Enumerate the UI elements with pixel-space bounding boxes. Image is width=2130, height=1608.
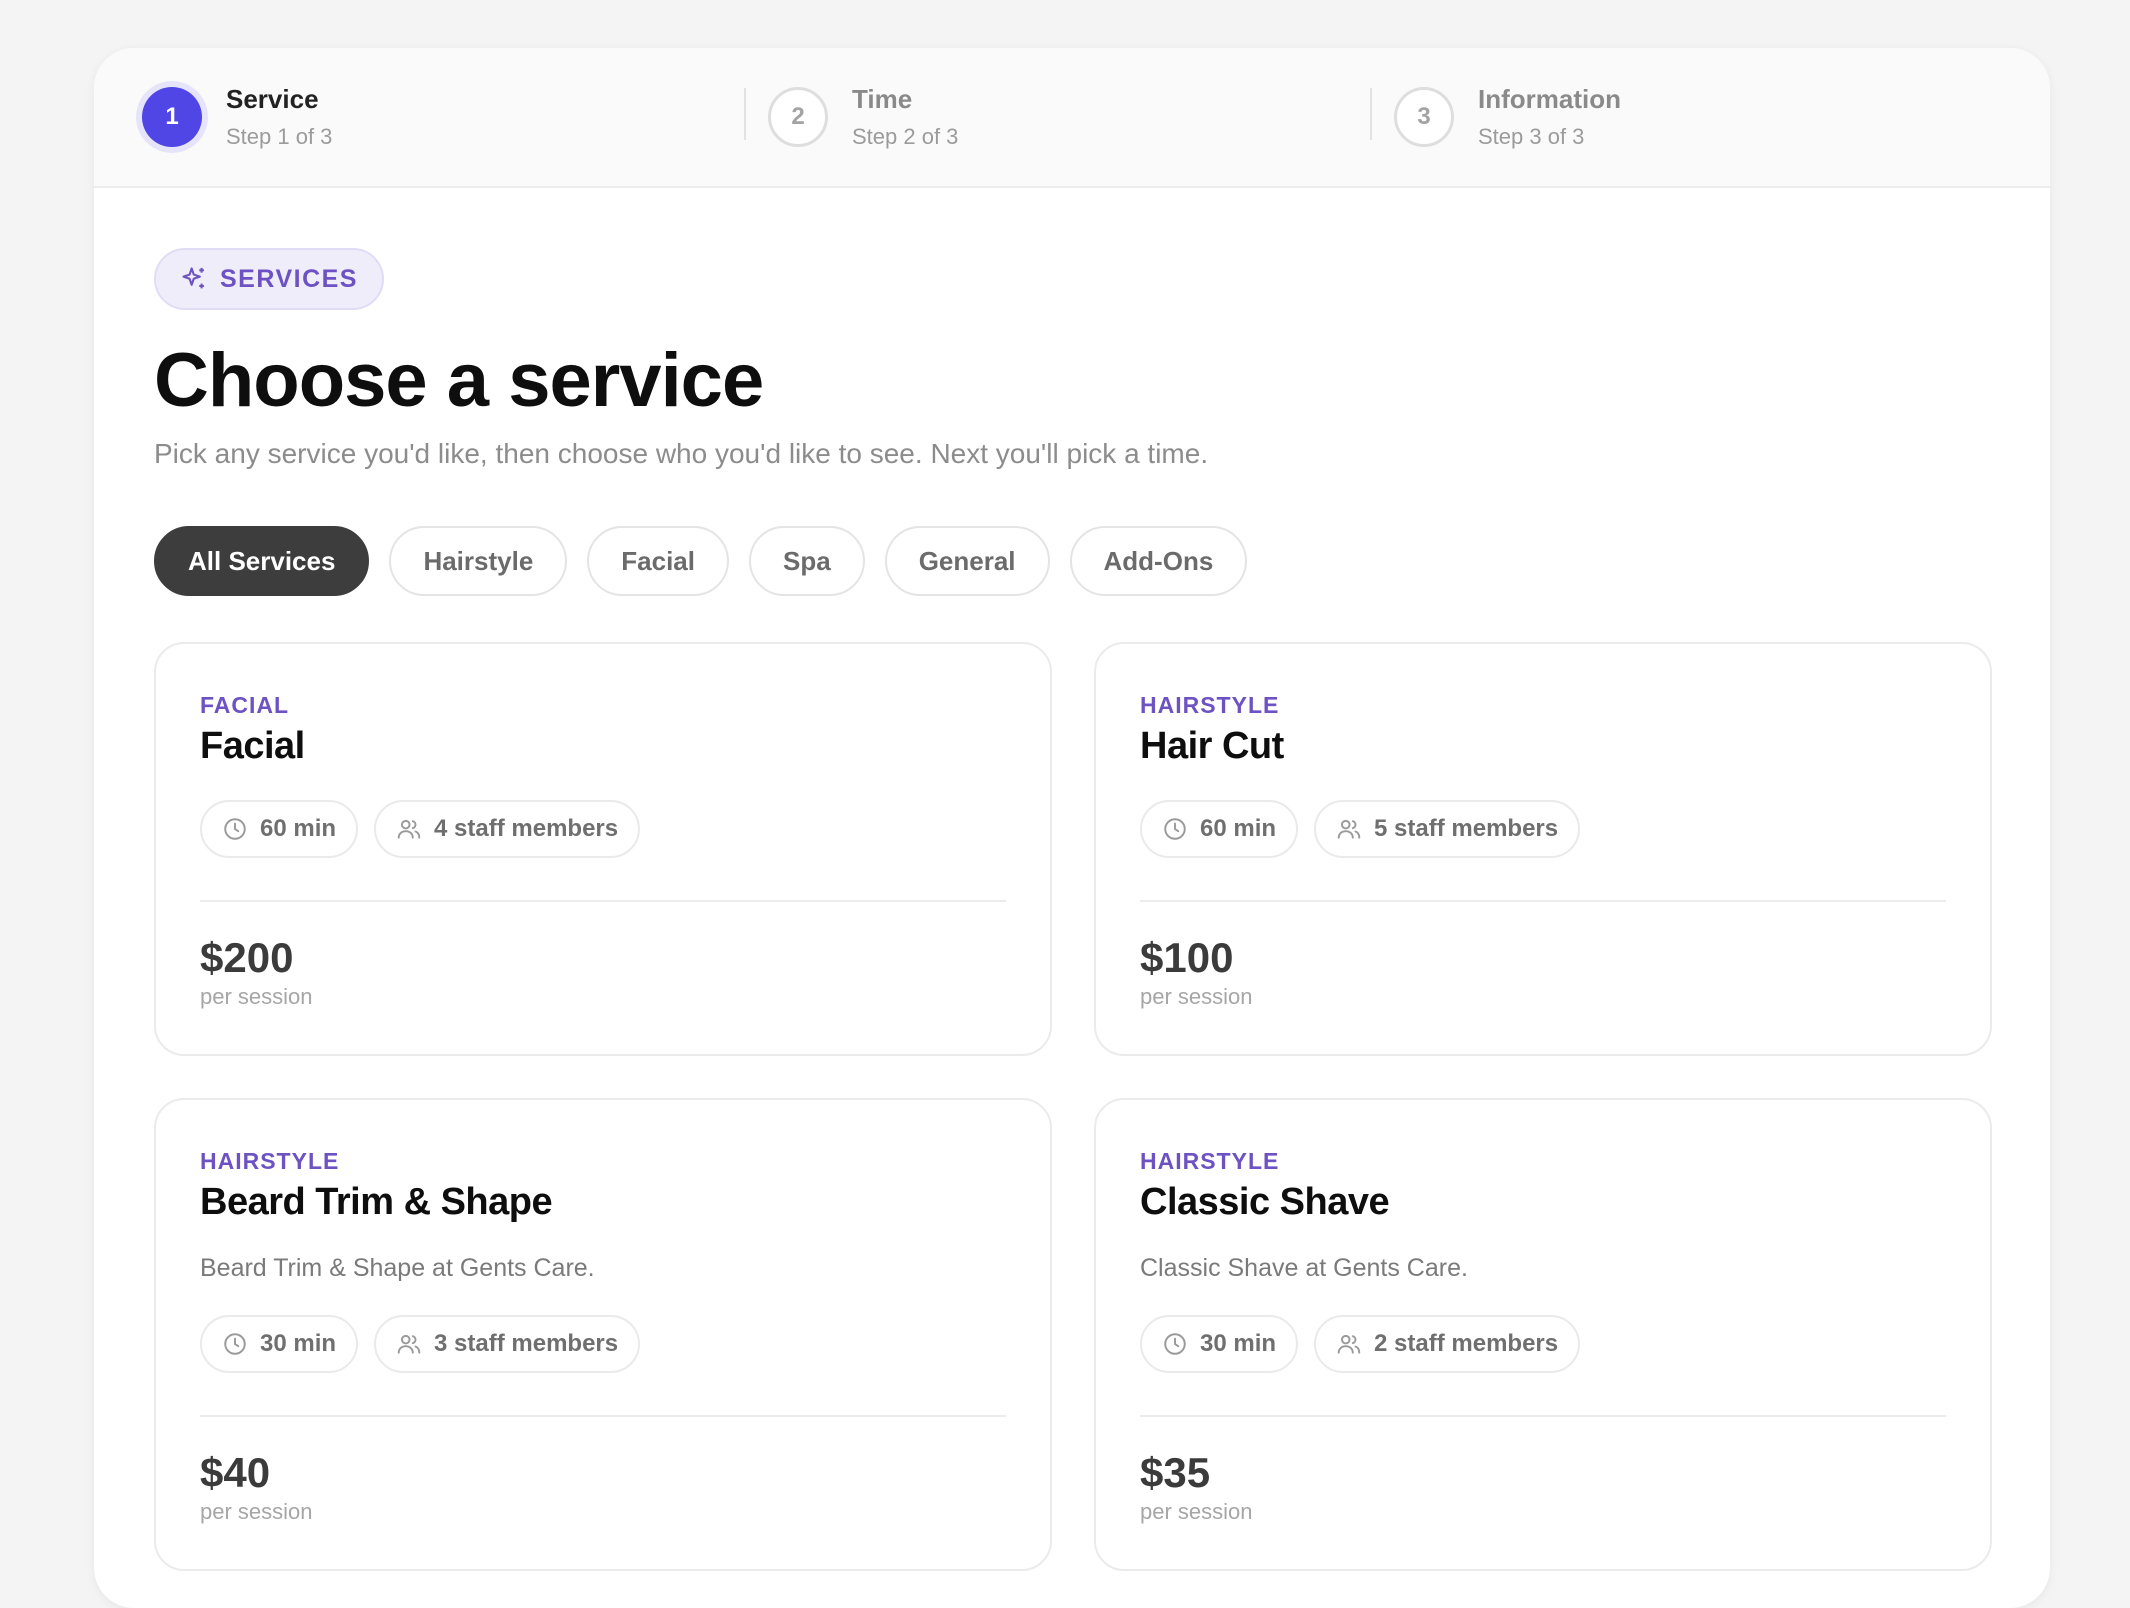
filter-add-ons[interactable]: Add-Ons <box>1069 526 1248 596</box>
duration-text: 60 min <box>1200 815 1277 842</box>
step-subtitle: Step 1 of 3 <box>226 124 333 149</box>
duration-text: 60 min <box>260 815 337 842</box>
section-badge-label: SERVICES <box>220 264 358 293</box>
service-category: HAIRSTYLE <box>200 1148 340 1174</box>
staff-text: 5 staff members <box>1374 815 1559 842</box>
booking-stepper: 1 Service Step 1 of 3 2 Time Step 2 of 3… <box>94 48 2050 188</box>
duration-text: 30 min <box>1200 1330 1277 1357</box>
filter-general[interactable]: General <box>884 526 1050 596</box>
page-subtitle: Pick any service you'd like, then choose… <box>154 438 1209 469</box>
staff-text: 4 staff members <box>434 815 619 842</box>
service-price: $40 <box>200 1449 271 1496</box>
service-name: Hair Cut <box>1140 725 1284 767</box>
service-price: $100 <box>1140 934 1234 981</box>
step-title: Service <box>226 84 319 114</box>
service-category: HAIRSTYLE <box>1140 1148 1280 1174</box>
duration-pill: 30 min <box>1140 1315 1299 1373</box>
service-name: Beard Trim & Shape <box>200 1181 553 1223</box>
staff-pill: 4 staff members <box>374 800 641 858</box>
users-icon <box>1337 819 1361 839</box>
price-unit: per session <box>200 1499 313 1524</box>
service-card-facial[interactable]: FACIAL Facial 60 min 4 staff members $20… <box>154 642 1052 1056</box>
staff-text: 2 staff members <box>1374 1330 1559 1357</box>
duration-pill: 60 min <box>200 800 359 858</box>
step-title: Time <box>852 84 913 114</box>
duration-pill: 30 min <box>200 1315 359 1373</box>
service-category: FACIAL <box>200 692 290 718</box>
card-divider <box>1140 900 1946 902</box>
service-card-classic-shave[interactable]: HAIRSTYLE Classic Shave Classic Shave at… <box>1094 1098 1992 1571</box>
service-description: Classic Shave at Gents Care. <box>1140 1254 1468 1282</box>
service-category: HAIRSTYLE <box>1140 692 1280 718</box>
service-name: Facial <box>200 725 305 767</box>
clock-icon <box>1164 1333 1186 1355</box>
users-icon <box>397 819 421 839</box>
step-number: 3 <box>1394 87 1454 147</box>
clock-icon <box>224 1333 246 1355</box>
staff-pill: 2 staff members <box>1314 1315 1581 1373</box>
staff-pill: 3 staff members <box>374 1315 641 1373</box>
filter-spa[interactable]: Spa <box>749 526 865 596</box>
card-divider <box>200 900 1006 902</box>
service-description: Beard Trim & Shape at Gents Care. <box>200 1254 595 1282</box>
step-information[interactable]: 3 Information Step 3 of 3 <box>1370 82 2020 152</box>
category-filters: All Services Hairstyle Facial Spa Genera… <box>154 526 1990 596</box>
filter-hairstyle[interactable]: Hairstyle <box>389 526 568 596</box>
page-title: Choose a service <box>154 338 764 423</box>
card-divider <box>1140 1415 1946 1417</box>
price-unit: per session <box>1140 1499 1253 1524</box>
duration-text: 30 min <box>260 1330 337 1357</box>
service-name: Classic Shave <box>1140 1181 1390 1223</box>
service-card-beard-trim[interactable]: HAIRSTYLE Beard Trim & Shape Beard Trim … <box>154 1098 1052 1571</box>
clock-icon <box>1164 818 1186 840</box>
card-divider <box>200 1415 1006 1417</box>
filter-facial[interactable]: Facial <box>587 526 729 596</box>
clock-icon <box>224 818 246 840</box>
service-grid: FACIAL Facial 60 min 4 staff members $20… <box>154 642 1992 1571</box>
staff-text: 3 staff members <box>434 1330 619 1357</box>
duration-pill: 60 min <box>1140 800 1299 858</box>
service-price: $200 <box>200 934 294 981</box>
step-subtitle: Step 2 of 3 <box>852 124 959 149</box>
step-time[interactable]: 2 Time Step 2 of 3 <box>744 82 1394 152</box>
service-selection: SERVICES Choose a service Pick any servi… <box>94 188 2050 1571</box>
staff-pill: 5 staff members <box>1314 800 1581 858</box>
price-unit: per session <box>200 984 313 1009</box>
users-icon <box>1337 1334 1361 1354</box>
price-unit: per session <box>1140 984 1253 1009</box>
section-badge: SERVICES <box>154 248 384 310</box>
service-price: $35 <box>1140 1449 1211 1496</box>
users-icon <box>397 1334 421 1354</box>
booking-panel: 1 Service Step 1 of 3 2 Time Step 2 of 3… <box>94 48 2050 1608</box>
sparkle-icon <box>182 267 204 289</box>
step-service[interactable]: 1 Service Step 1 of 3 <box>142 82 768 152</box>
step-number: 2 <box>768 87 828 147</box>
filter-all-services[interactable]: All Services <box>154 526 370 596</box>
step-title: Information <box>1478 84 1621 114</box>
service-card-hair-cut[interactable]: HAIRSTYLE Hair Cut 60 min 5 staff member… <box>1094 642 1992 1056</box>
step-number: 1 <box>142 87 202 147</box>
step-subtitle: Step 3 of 3 <box>1478 124 1585 149</box>
